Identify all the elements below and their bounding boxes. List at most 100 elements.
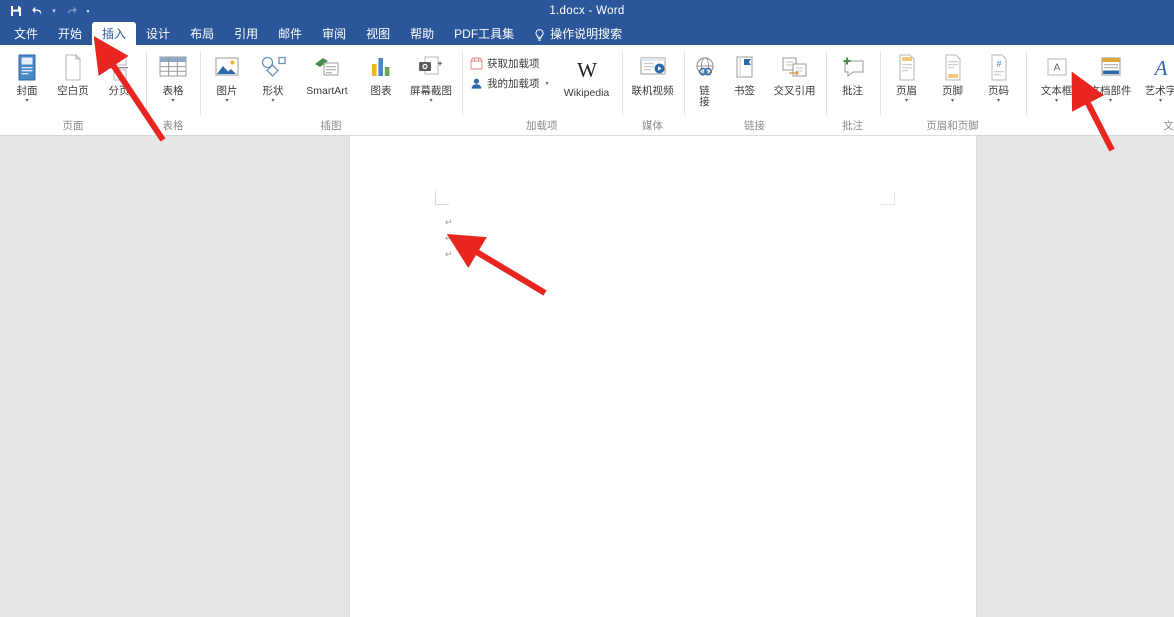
online-video-label: 联机视频 bbox=[631, 85, 674, 97]
page-break-button[interactable]: 分页 bbox=[96, 49, 142, 97]
tab-design[interactable]: 设计 bbox=[136, 22, 180, 45]
header-icon bbox=[895, 52, 919, 84]
tab-mailings[interactable]: 邮件 bbox=[268, 22, 312, 45]
wikipedia-label: Wikipedia bbox=[563, 87, 610, 99]
tab-home[interactable]: 开始 bbox=[48, 22, 92, 45]
footer-button[interactable]: 页脚 ▾ bbox=[930, 49, 976, 104]
group-label-media: 媒体 bbox=[642, 120, 664, 132]
document-page[interactable]: ↵ ↵ ↵ bbox=[350, 136, 976, 617]
screenshot-button[interactable]: 屏幕截图 ▾ bbox=[404, 49, 458, 104]
blank-page-label: 空白页 bbox=[57, 85, 89, 97]
bookmark-button[interactable]: 书签 bbox=[722, 49, 768, 97]
my-addins-button[interactable]: 我的加载项 ▾ bbox=[466, 74, 552, 93]
undo-dropdown-icon[interactable]: ▾ bbox=[50, 7, 58, 15]
paragraph-mark: ↵ bbox=[445, 217, 453, 227]
quick-parts-label: 文档部件 bbox=[1089, 85, 1132, 97]
save-icon[interactable] bbox=[6, 2, 26, 20]
chevron-down-icon[interactable]: ▾ bbox=[171, 98, 174, 104]
wikipedia-button[interactable]: W Wikipedia bbox=[556, 51, 618, 99]
text-box-label: 文本框 bbox=[1040, 85, 1073, 97]
my-addins-label: 我的加载项 bbox=[487, 78, 540, 90]
tell-me-box[interactable]: 操作说明搜索 bbox=[524, 22, 632, 45]
tab-insert[interactable]: 插入 bbox=[92, 22, 137, 45]
group-label-tables: 表格 bbox=[162, 120, 184, 132]
chevron-down-icon[interactable]: ▾ bbox=[546, 80, 549, 87]
ribbon-group-addins: 获取加载项 我的加载项 ▾ W Wikipedia 加载项 bbox=[462, 45, 622, 135]
undo-icon[interactable] bbox=[28, 2, 48, 20]
tab-layout[interactable]: 布局 bbox=[180, 22, 224, 45]
screenshot-label: 屏幕截图 bbox=[410, 85, 452, 97]
chevron-down-icon[interactable]: ▾ bbox=[429, 98, 432, 104]
get-addins-label: 获取加载项 bbox=[487, 58, 540, 70]
ribbon-group-pages: 封面 ▾ 空白页 分页 页面 bbox=[0, 45, 146, 135]
quick-access-toolbar[interactable]: ▾ ▪ bbox=[0, 2, 94, 20]
my-addins-icon bbox=[469, 77, 483, 91]
group-label-illustrations: 插图 bbox=[320, 120, 342, 132]
tab-file[interactable]: 文件 bbox=[4, 22, 48, 45]
blank-page-button[interactable]: 空白页 bbox=[50, 49, 96, 97]
online-video-button[interactable]: 联机视频 bbox=[626, 49, 680, 97]
chevron-down-icon[interactable]: ▾ bbox=[271, 98, 274, 104]
chevron-down-icon[interactable]: ▾ bbox=[225, 98, 228, 104]
ribbon-group-illustrations: 图片 ▾ 形状 ▾ SmartArt 图表 屏幕截图 ▾ 插图 bbox=[200, 45, 462, 135]
chevron-down-icon[interactable]: ▾ bbox=[905, 98, 908, 104]
smartart-icon bbox=[313, 52, 341, 84]
tell-me-label: 操作说明搜索 bbox=[550, 27, 623, 41]
link-button[interactable]: 链接 bbox=[688, 49, 722, 108]
pictures-button[interactable]: 图片 ▾ bbox=[204, 49, 250, 104]
tab-help[interactable]: 帮助 bbox=[400, 22, 444, 45]
smartart-label: SmartArt bbox=[306, 85, 348, 97]
page-number-button[interactable]: # 页码 ▾ bbox=[976, 49, 1022, 104]
chevron-down-icon[interactable]: ▾ bbox=[951, 98, 954, 104]
document-canvas[interactable]: ↵ ↵ ↵ bbox=[0, 136, 1174, 617]
table-label: 表格 bbox=[162, 85, 184, 97]
table-button[interactable]: 表格 ▾ bbox=[150, 49, 196, 104]
smartart-button[interactable]: SmartArt bbox=[296, 49, 358, 97]
cross-reference-button[interactable]: 交叉引用 bbox=[768, 49, 822, 97]
customize-qat-icon[interactable]: ▪ bbox=[82, 6, 94, 16]
tab-references[interactable]: 引用 bbox=[224, 22, 268, 45]
tab-pdf-tools[interactable]: PDF工具集 bbox=[444, 22, 524, 45]
ribbon-tab-strip[interactable]: 文件 开始 插入 设计 布局 引用 邮件 审阅 视图 帮助 PDF工具集 操作说… bbox=[0, 22, 1174, 45]
page-number-label: 页码 bbox=[988, 85, 1010, 97]
wordart-button[interactable]: A 艺术字 ▾ bbox=[1138, 49, 1174, 104]
shapes-button[interactable]: 形状 ▾ bbox=[250, 49, 296, 104]
tab-view[interactable]: 视图 bbox=[356, 22, 400, 45]
header-button[interactable]: 页眉 ▾ bbox=[884, 49, 930, 104]
paragraph-mark: ↵ bbox=[445, 249, 453, 259]
margin-mark-top-right bbox=[881, 191, 895, 205]
screenshot-icon bbox=[416, 52, 446, 84]
chevron-down-icon[interactable]: ▾ bbox=[1159, 98, 1162, 104]
chevron-down-icon[interactable]: ▾ bbox=[1109, 98, 1112, 104]
group-label-pages: 页面 bbox=[62, 120, 84, 132]
page-break-label: 分页 bbox=[108, 85, 130, 97]
tab-review[interactable]: 审阅 bbox=[312, 22, 356, 45]
cover-page-button[interactable]: 封面 ▾ bbox=[4, 49, 50, 104]
online-video-icon bbox=[638, 52, 668, 84]
ribbon-group-text: A 文本框 ▾ 文档部件 ▾ A 艺术字 ▾ 文 bbox=[1025, 45, 1174, 135]
text-box-button[interactable]: A 文本框 ▾ bbox=[1030, 49, 1084, 104]
new-comment-button[interactable]: 批注 bbox=[830, 49, 876, 97]
chevron-down-icon[interactable]: ▾ bbox=[25, 98, 28, 104]
get-addins-button[interactable]: 获取加载项 bbox=[466, 54, 552, 73]
blank-page-icon bbox=[61, 52, 85, 84]
text-box-icon: A bbox=[1044, 52, 1070, 84]
pictures-label: 图片 bbox=[216, 85, 238, 97]
svg-text:W: W bbox=[577, 58, 597, 82]
link-icon bbox=[692, 52, 718, 84]
ribbon-group-header-footer: 页眉 ▾ 页脚 ▾ # 页码 ▾ 页眉和页脚 bbox=[879, 45, 1026, 135]
chart-button[interactable]: 图表 bbox=[358, 49, 404, 97]
footer-icon bbox=[941, 52, 965, 84]
chevron-down-icon[interactable]: ▾ bbox=[997, 98, 1000, 104]
wikipedia-icon: W bbox=[570, 54, 604, 86]
title-bar: ▾ ▪ 1.docx - Word bbox=[0, 0, 1174, 22]
link-label: 链接 bbox=[699, 85, 710, 108]
table-icon bbox=[158, 52, 188, 84]
lightbulb-icon bbox=[534, 28, 545, 41]
new-comment-label: 批注 bbox=[842, 85, 864, 97]
wordart-label: 艺术字 bbox=[1144, 85, 1174, 97]
quick-parts-button[interactable]: 文档部件 ▾ bbox=[1084, 49, 1138, 104]
header-label: 页眉 bbox=[896, 85, 918, 97]
chevron-down-icon[interactable]: ▾ bbox=[1055, 98, 1058, 104]
svg-text:A: A bbox=[1053, 63, 1060, 74]
